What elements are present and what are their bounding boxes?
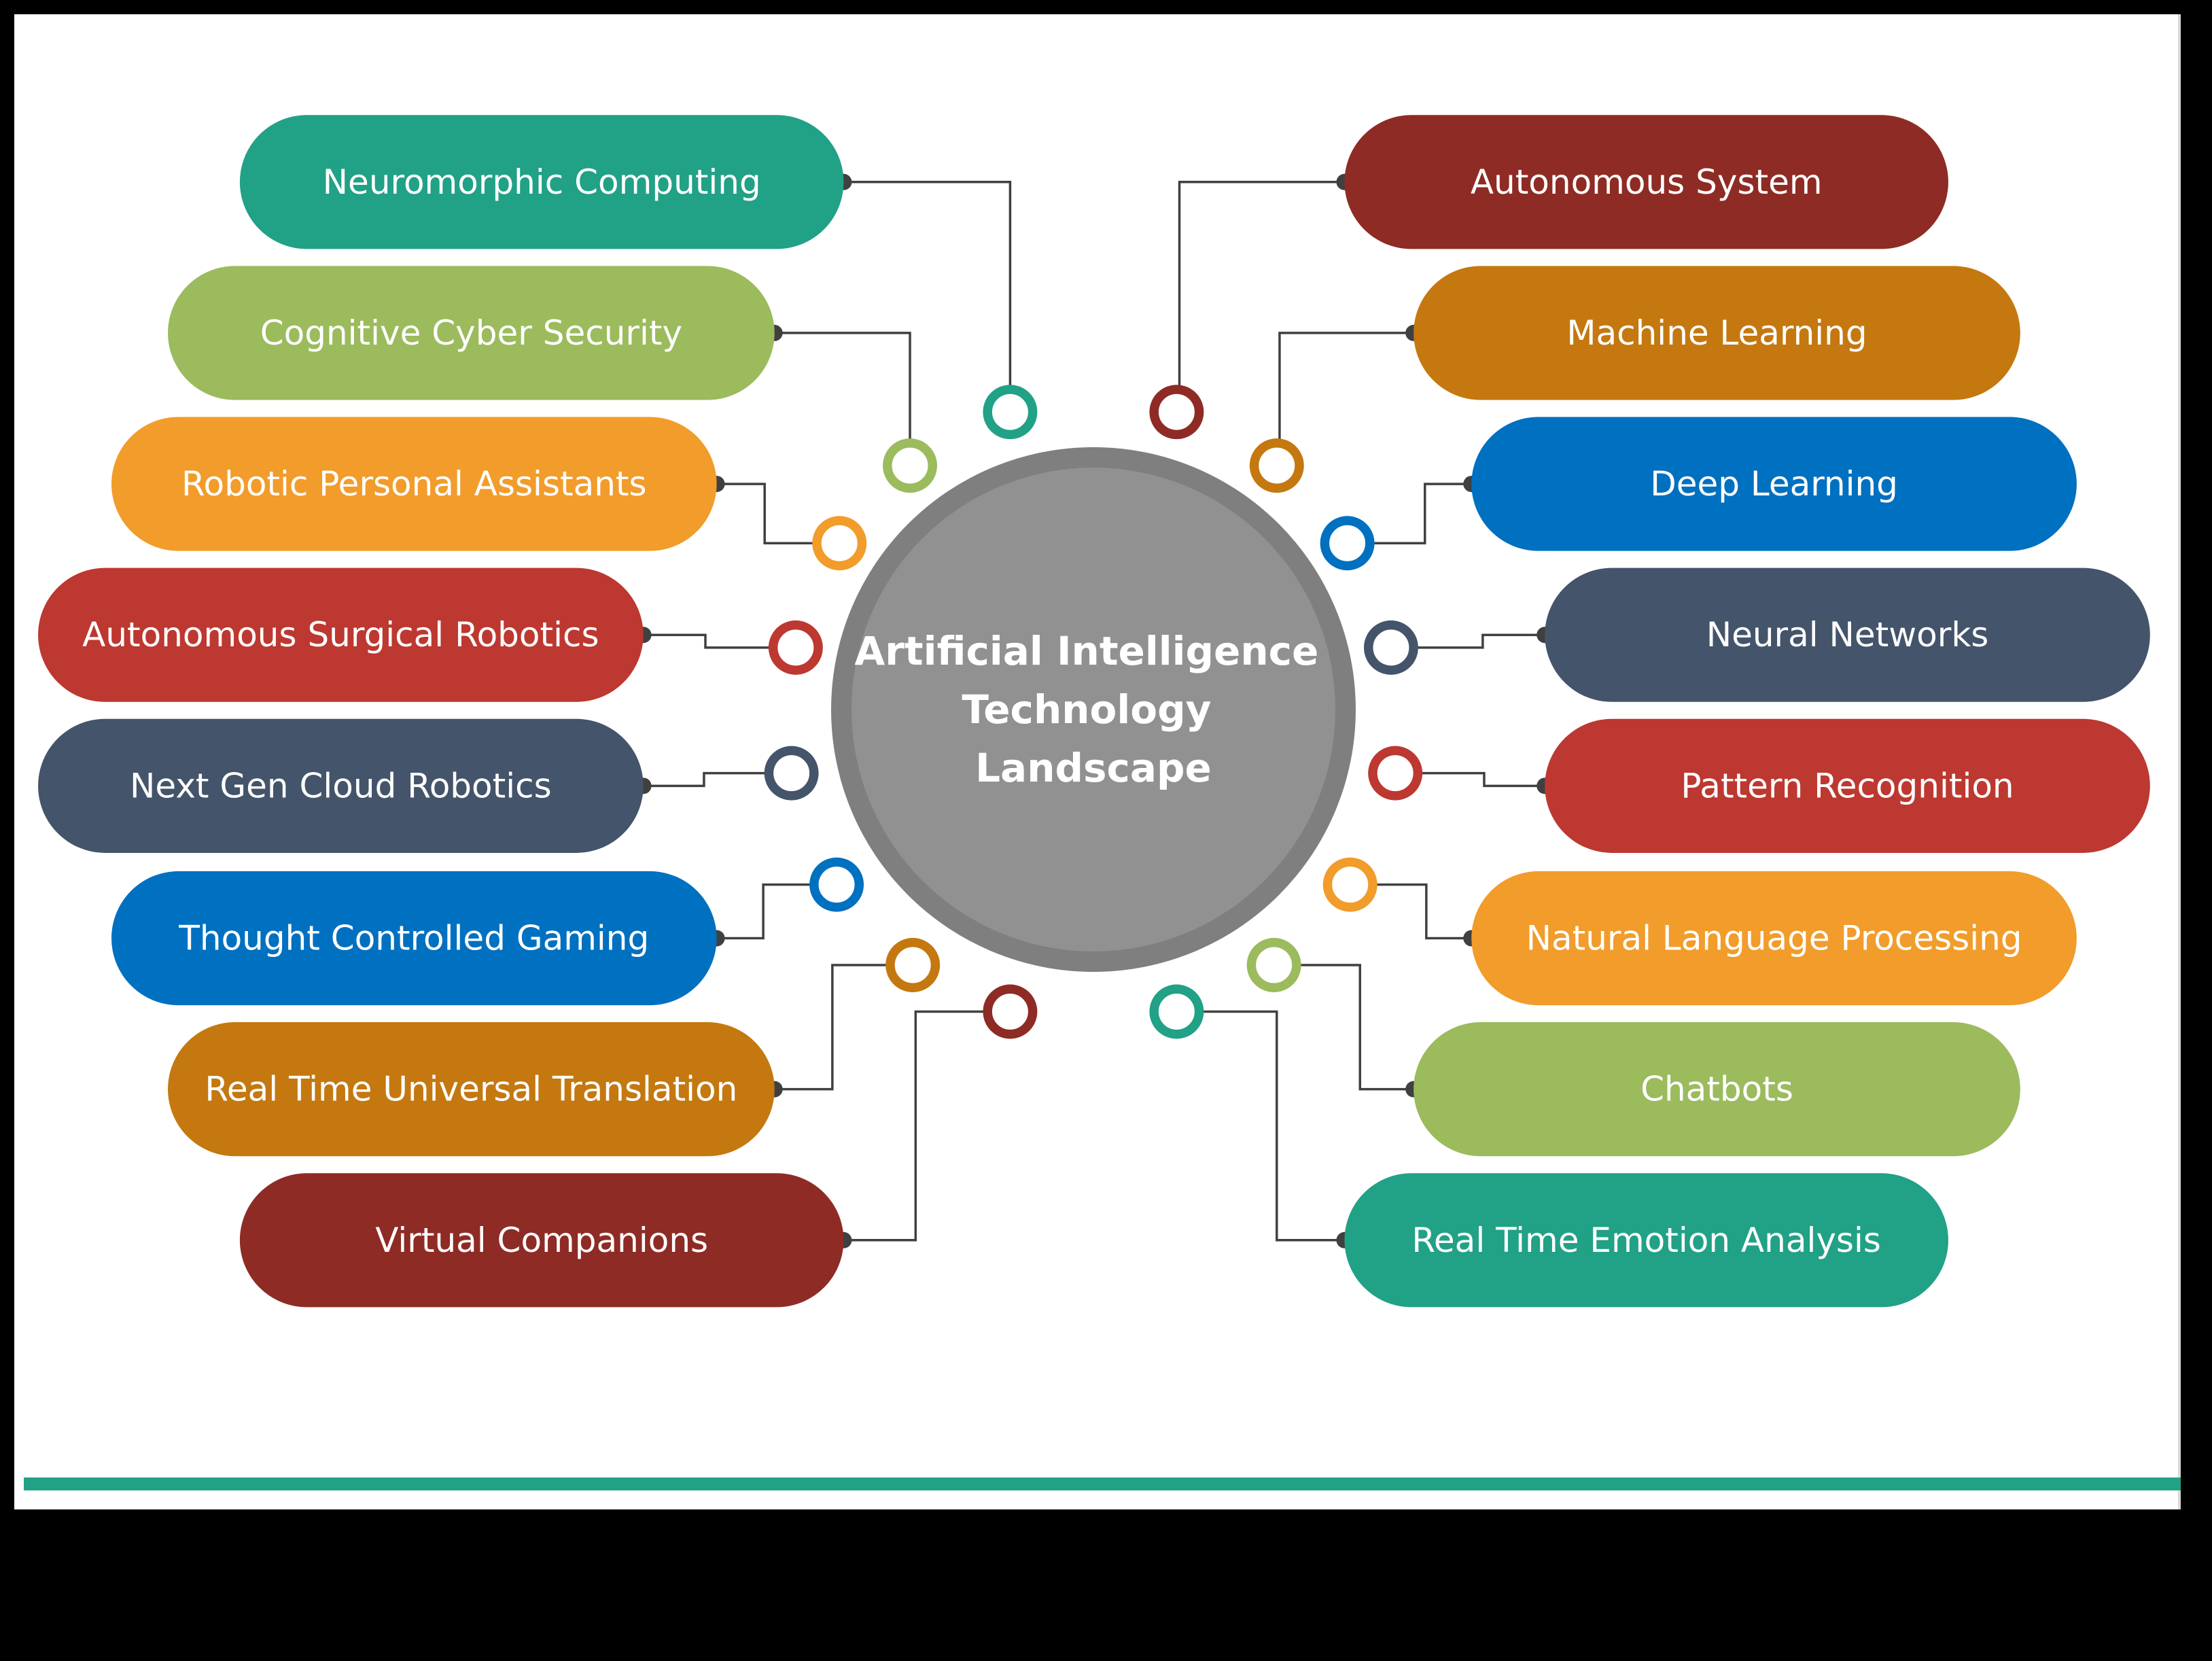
left-ring-node-8	[983, 984, 1038, 1039]
right-ring-node-2	[1249, 438, 1304, 493]
left-pill-8: Virtual Companions	[239, 1173, 844, 1308]
right-pill-label: Autonomous System	[1471, 162, 1823, 202]
left-pill-label: Cognitive Cyber Security	[260, 313, 682, 353]
left-ring-node-7	[885, 938, 941, 992]
left-pill-3: Robotic Personal Assistants	[111, 417, 717, 551]
right-pill-label: Real Time Emotion Analysis	[1411, 1221, 1881, 1260]
left-pill-6: Thought Controlled Gaming	[111, 871, 717, 1006]
right-pill-3: Deep Learning	[1471, 417, 2077, 551]
right-pill-6: Natural Language Processing	[1471, 871, 2077, 1006]
left-pill-label: Virtual Companions	[375, 1221, 708, 1260]
center-title-line-2: Technology	[962, 686, 1211, 733]
center-hub: Artificial Intelligence Technology Lands…	[831, 447, 1356, 972]
slide-right-edge	[2178, 14, 2181, 1509]
left-ring-node-2	[883, 438, 937, 493]
right-ring-node-6	[1322, 857, 1377, 912]
left-pill-label: Neuromorphic Computing	[323, 162, 761, 202]
right-pill-label: Neural Networks	[1706, 615, 1989, 654]
left-ring-node-6	[809, 857, 864, 912]
left-pill-2: Cognitive Cyber Security	[168, 266, 775, 400]
right-ring-node-8	[1149, 984, 1204, 1039]
left-pill-7: Real Time Universal Translation	[168, 1022, 775, 1157]
right-pill-8: Real Time Emotion Analysis	[1344, 1173, 1948, 1308]
left-pill-1: Neuromorphic Computing	[239, 115, 844, 249]
left-ring-node-1	[983, 385, 1038, 440]
left-pill-label: Next Gen Cloud Robotics	[130, 766, 552, 805]
right-ring-node-7	[1246, 938, 1301, 992]
accent-bar	[24, 1478, 2181, 1490]
right-ring-node-5	[1368, 746, 1423, 801]
right-pill-5: Pattern Recognition	[1545, 718, 2150, 853]
right-pill-label: Pattern Recognition	[1681, 766, 2014, 805]
right-pill-1: Autonomous System	[1344, 115, 1948, 249]
left-ring-node-4	[768, 620, 823, 675]
left-ring-node-5	[764, 746, 819, 801]
right-pill-label: Deep Learning	[1650, 464, 1898, 504]
center-title-line-1: Artificial Intelligence	[854, 628, 1318, 674]
right-ring-node-4	[1363, 620, 1418, 675]
left-ring-node-3	[812, 516, 867, 571]
right-pill-label: Chatbots	[1640, 1070, 1793, 1109]
ai-landscape-diagram: Neuromorphic Computing Cognitive Cyber Se…	[0, 0, 2212, 1661]
left-pill-5: Next Gen Cloud Robotics	[38, 718, 644, 853]
right-pill-label: Machine Learning	[1566, 313, 1867, 353]
left-pill-label: Robotic Personal Assistants	[181, 464, 647, 504]
center-title-line-3: Landscape	[975, 745, 1212, 791]
right-ring-node-3	[1320, 516, 1375, 571]
left-pill-label: Real Time Universal Translation	[205, 1070, 737, 1109]
right-pill-4: Neural Networks	[1545, 567, 2150, 702]
right-ring-node-1	[1149, 385, 1204, 440]
left-pill-label: Thought Controlled Gaming	[178, 919, 649, 958]
left-pill-4: Autonomous Surgical Robotics	[38, 567, 644, 702]
right-pill-2: Machine Learning	[1414, 266, 2020, 400]
right-pill-label: Natural Language Processing	[1526, 919, 2022, 958]
right-pill-7: Chatbots	[1414, 1022, 2020, 1157]
left-pill-label: Autonomous Surgical Robotics	[82, 615, 599, 654]
